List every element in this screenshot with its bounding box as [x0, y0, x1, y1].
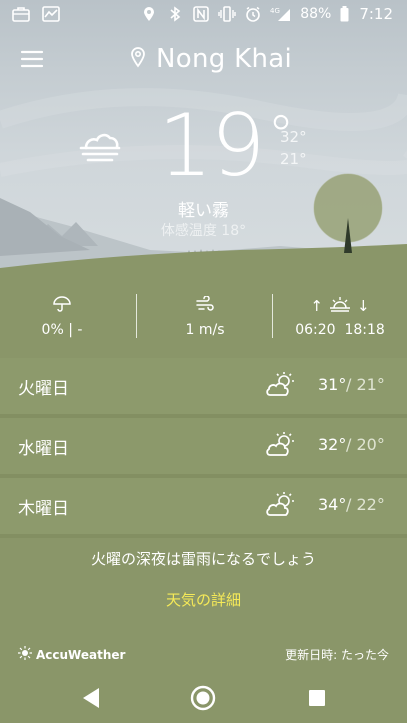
vibrate-icon [218, 5, 236, 23]
forecast-high: 31° [318, 375, 347, 394]
divider [272, 294, 273, 338]
location-selector[interactable]: Nong Khai [130, 44, 292, 74]
nfc-icon [192, 5, 210, 23]
location-pin-icon [130, 46, 146, 72]
bluetooth-icon [166, 5, 184, 23]
wind-value: 1 m/s [185, 322, 225, 338]
forecast-high: 32° [318, 435, 347, 454]
sun-logo-icon [18, 646, 32, 663]
precipitation-detail: 0% | - [22, 296, 102, 338]
brand-name: AccuWeather [36, 647, 126, 662]
battery-icon [339, 5, 349, 23]
activity-chart-icon [42, 5, 60, 23]
partly-sunny-icon [264, 431, 296, 463]
fog-cloud-icon [78, 130, 122, 168]
today-high: 32° [280, 128, 307, 146]
current-temperature: 19° [158, 103, 294, 189]
partly-sunny-icon [264, 491, 296, 523]
wind-detail: 1 m/s [160, 295, 250, 338]
divider [136, 294, 137, 338]
status-bar: 4G 88% 7:12 [0, 0, 407, 30]
location-pin-icon [140, 5, 158, 23]
hamburger-menu-icon[interactable] [20, 49, 44, 69]
sunset-arrow: ↓ [357, 297, 370, 315]
clock: 7:12 [359, 5, 393, 23]
system-navigation-bar [0, 672, 407, 723]
sunrise-arrow: ↑ [310, 297, 323, 315]
precipitation-value: 0% | - [41, 322, 83, 338]
umbrella-icon [53, 296, 71, 316]
sun-times: 06:20 18:18 [290, 322, 390, 338]
wind-icon [195, 295, 215, 316]
forecast-low: / 22° [346, 495, 385, 514]
today-low: 21° [280, 150, 307, 168]
home-button[interactable] [189, 684, 217, 712]
forecast-day: 火曜日 [18, 379, 69, 399]
daily-forecast-list: 火曜日 31° / 21° 水曜日 32° / 20° 木曜日 34° / 22… [0, 358, 407, 538]
feels-like: 体感温度 18° [160, 223, 247, 239]
network-label: 4G [270, 7, 280, 15]
forecast-day: 水曜日 [18, 439, 69, 459]
forecast-row[interactable]: 木曜日 34° / 22° [0, 478, 407, 538]
forecast-row[interactable]: 水曜日 32° / 20° [0, 418, 407, 478]
temperature-value: 19 [158, 96, 265, 196]
battery-percent: 88% [300, 6, 332, 22]
recent-apps-button[interactable] [303, 684, 331, 712]
sunrise-sunset-icon [329, 296, 351, 316]
city-name: Nong Khai [156, 44, 292, 74]
sunset-time: 18:18 [344, 322, 385, 338]
weather-alert: 火曜の深夜は雷雨になるでしょう [90, 550, 316, 568]
sunrise-time: 06:20 [295, 322, 336, 338]
accuweather-logo[interactable]: AccuWeather [18, 646, 125, 663]
signal-icon: 4G [270, 5, 292, 23]
briefcase-icon [12, 5, 30, 23]
forecast-high: 34° [318, 495, 347, 514]
weather-details-link[interactable]: 天気の詳細 [0, 589, 407, 610]
back-button[interactable] [77, 684, 105, 712]
last-updated: 更新日時: たった今 [285, 648, 389, 662]
condition-text: 軽い霧 [178, 201, 229, 221]
sun-detail: ↑ ↓ 06:20 18:18 [290, 296, 390, 338]
forecast-low: / 20° [346, 435, 385, 454]
forecast-low: / 21° [346, 375, 385, 394]
details-strip: 0% | - 1 m/s ↑ ↓ 06:20 18:18 [0, 282, 407, 358]
forecast-row[interactable]: 火曜日 31° / 21° [0, 358, 407, 418]
alarm-icon [244, 5, 262, 23]
forecast-day: 木曜日 [18, 499, 69, 519]
partly-sunny-icon [264, 371, 296, 403]
